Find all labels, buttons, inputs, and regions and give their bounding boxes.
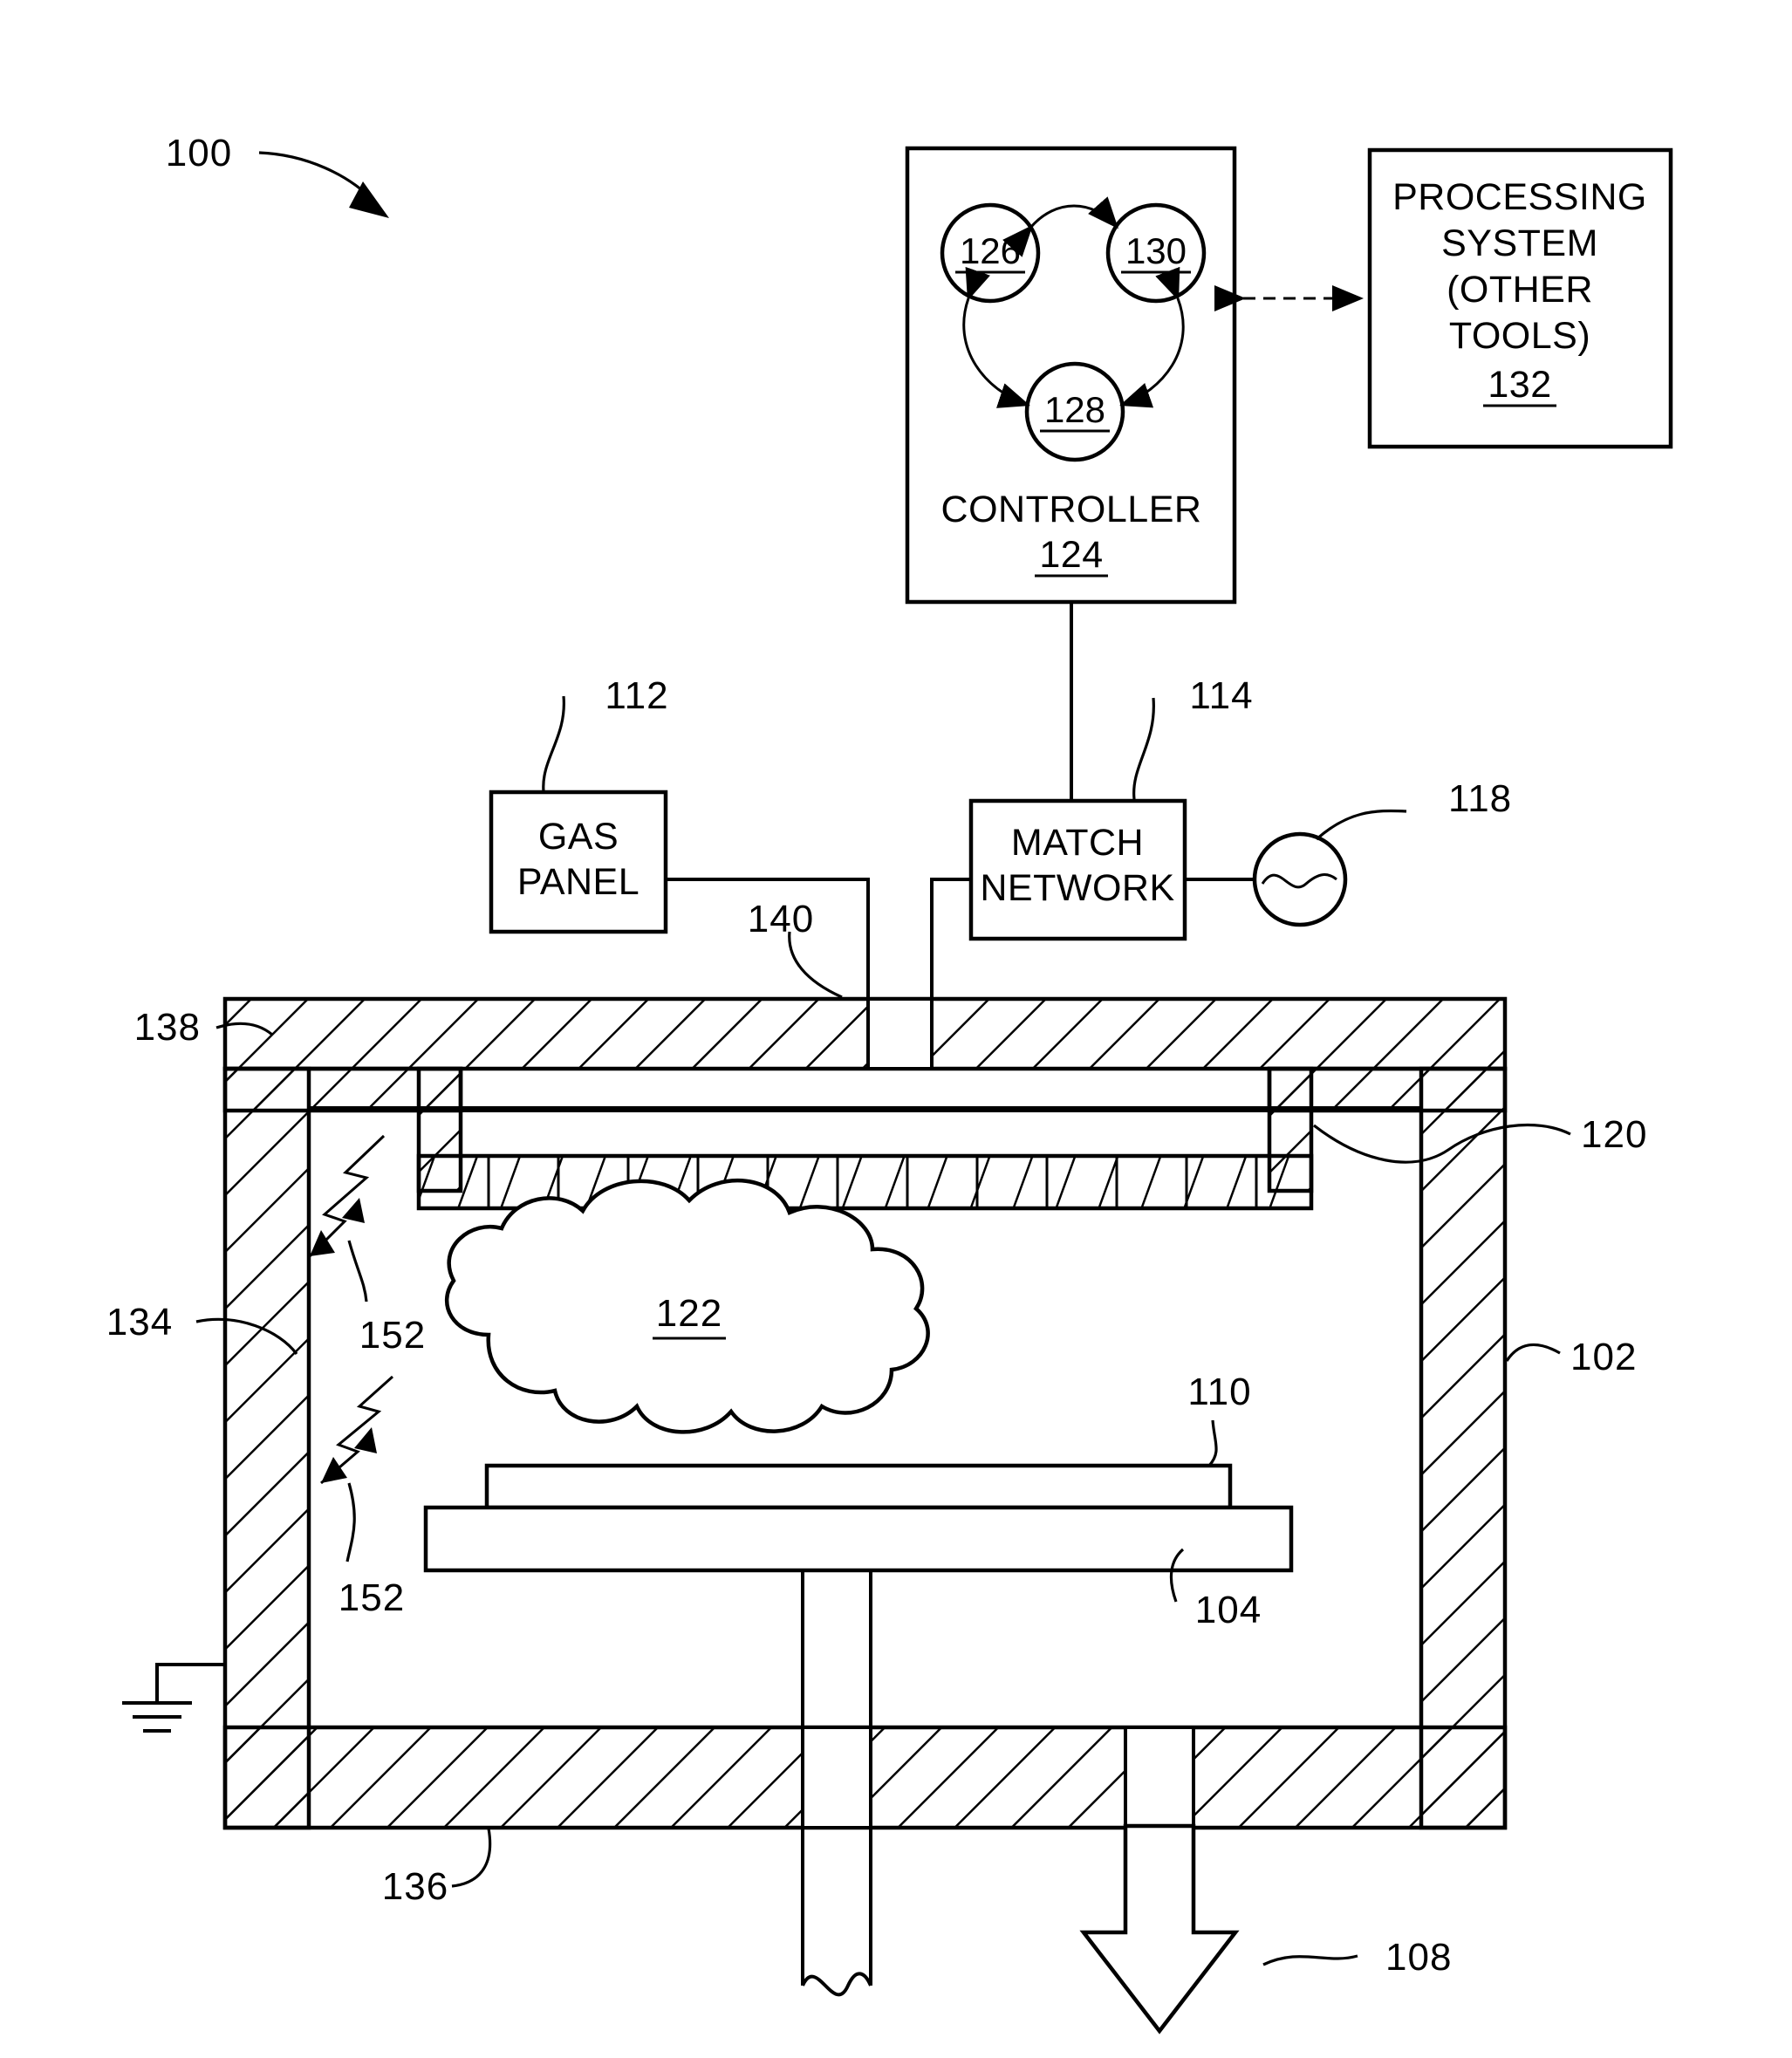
- rf-source-circle[interactable]: [1252, 831, 1348, 927]
- ref-138: 138: [134, 1006, 201, 1049]
- exhaust-port-gap: [1125, 1729, 1194, 1826]
- controller-node-130-label: 130: [1125, 230, 1187, 271]
- gas-panel-block[interactable]: GAS PANEL 112: [489, 674, 870, 1006]
- controller-block[interactable]: 126 130 128 CONTROLLER 124: [905, 146, 1237, 605]
- lid-gas-passage: [868, 1001, 932, 1067]
- stem-port-gap: [803, 1729, 871, 1826]
- arc-arrowhead-upper-b: [342, 1198, 365, 1223]
- gas-panel-line2: PANEL: [517, 861, 640, 903]
- ground-wire: [155, 1663, 225, 1703]
- controller-node-126-label: 126: [960, 230, 1021, 271]
- processing-system-line4: TOOLS): [1449, 315, 1590, 357]
- processing-system-line2: SYSTEM: [1441, 222, 1598, 264]
- gas-panel-line1: GAS: [538, 816, 619, 858]
- processing-system-line1: PROCESSING: [1392, 176, 1647, 218]
- chamber-wall-right: [1419, 1066, 1508, 1830]
- ref-140: 140: [748, 898, 814, 940]
- match-network-block[interactable]: MATCH NETWORK 114: [930, 674, 1254, 1006]
- pedestal: [423, 1505, 1294, 1573]
- match-network-line1: MATCH: [1011, 822, 1144, 864]
- lead-108: [1262, 1954, 1358, 1966]
- ref-104: 104: [1195, 1589, 1262, 1631]
- ref-102: 102: [1570, 1336, 1637, 1378]
- ref-122: 122: [656, 1292, 722, 1335]
- ref-134: 134: [106, 1301, 173, 1344]
- lead-152-upper: [347, 1240, 368, 1302]
- arc-arrowhead-lower-a: [321, 1457, 347, 1483]
- controller-node-128-label: 128: [1044, 389, 1105, 430]
- patent-figure: 100 126 130 128 CONTROLLER 124 PROCESSIN…: [0, 0, 1792, 2058]
- exhaust-block: 108: [1079, 1823, 1452, 2034]
- controller-ref: 124: [1039, 534, 1103, 576]
- lead-140: [788, 931, 843, 999]
- lead-110: [1207, 1419, 1218, 1467]
- lead-118: [1315, 809, 1407, 841]
- processing-system-ref: 132: [1488, 364, 1551, 406]
- substrate: [484, 1463, 1233, 1510]
- lead-152-lower: [345, 1482, 356, 1562]
- ref-152-upper: 152: [359, 1314, 426, 1357]
- arc-upper: 152: [308, 1134, 426, 1357]
- ref-100: 100: [166, 132, 232, 174]
- processing-system-block[interactable]: PROCESSING SYSTEM (OTHER TOOLS) 132: [1367, 147, 1673, 449]
- ref-108: 108: [1385, 1936, 1452, 1979]
- ref-110: 110: [1187, 1371, 1251, 1413]
- ref-114: 114: [1189, 674, 1253, 717]
- lead-112: [542, 695, 565, 792]
- processing-system-line3: (OTHER: [1447, 269, 1593, 311]
- ground-icon: [122, 1663, 225, 1733]
- chamber-lid: 138: [134, 996, 1508, 1071]
- ref-112: 112: [605, 674, 668, 717]
- stem-break-icon: [801, 1972, 872, 1997]
- arc-arrowhead-lower-b: [354, 1427, 377, 1453]
- gas-inlet-callout: 140: [748, 898, 843, 999]
- lead-102: [1505, 1343, 1561, 1362]
- lid-slab: [222, 996, 1508, 1071]
- match-network-line2: NETWORK: [980, 867, 1174, 909]
- figure-callout: 100: [166, 132, 389, 218]
- chamber-wall-left: [222, 1066, 311, 1830]
- plasma-region: 122: [444, 1179, 930, 1434]
- ref-152-lower: 152: [339, 1576, 405, 1619]
- exhaust-arrow: [1079, 1823, 1240, 2034]
- ref-120: 120: [1581, 1113, 1647, 1156]
- figure-canvas: 100 126 130 128 CONTROLLER 124 PROCESSIN…: [106, 132, 1673, 2034]
- rf-feed-line: [930, 878, 971, 1006]
- lead-114: [1132, 697, 1155, 800]
- controller-title: CONTROLLER: [941, 489, 1202, 530]
- ref-118: 118: [1448, 777, 1512, 820]
- callout-arrowhead: [349, 181, 389, 218]
- rf-source-block[interactable]: 118: [1185, 777, 1512, 927]
- arc-lower: 152: [320, 1375, 405, 1619]
- ref-136: 136: [382, 1865, 448, 1908]
- lead-136: [451, 1828, 492, 1888]
